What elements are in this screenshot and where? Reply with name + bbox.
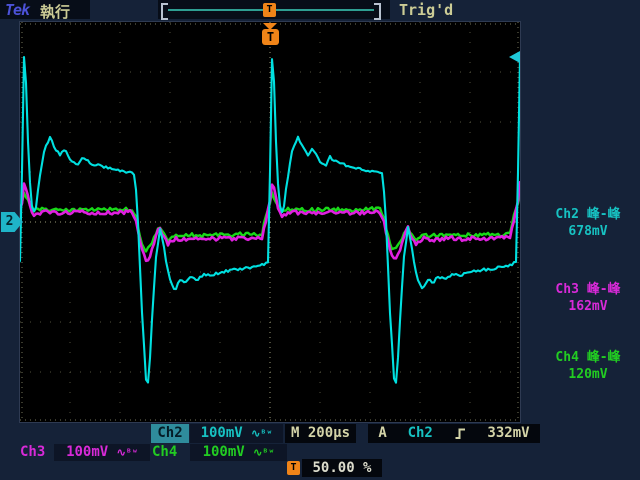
ac-coupling-icon: ∿ <box>116 446 126 459</box>
ch3-readout-label: Ch3 <box>20 444 46 460</box>
bandwidth-limit-icon: ᴮʷ <box>125 448 138 459</box>
trigger-level-value: 332mV <box>487 425 530 441</box>
ch4-readout-label: Ch4 <box>152 444 178 460</box>
measurement-label: Ch4 峰-峰 <box>555 350 621 365</box>
run-status-label: 執行 <box>40 3 71 21</box>
trigger-auto-prefix: A <box>378 425 387 441</box>
timebase-readout: M 200μs <box>285 424 356 443</box>
ch4-scale-value: 100mV <box>202 444 245 460</box>
ac-coupling-icon: ∿ <box>253 446 263 459</box>
timebase-value: 200μs <box>307 425 351 441</box>
trigger-position-flag[interactable]: T <box>262 29 279 45</box>
measurement-ch2-peak-to-peak: Ch2 峰-峰 678mV <box>536 206 640 240</box>
ch4-scale-readout: 100mV ∿ᴮʷ <box>190 444 287 461</box>
bandwidth-limit-icon: ᴮʷ <box>262 448 275 459</box>
measurement-value: 120mV <box>568 367 608 382</box>
trigger-position-bar-marker-icon[interactable]: T <box>263 3 276 17</box>
measurement-ch4-peak-to-peak: Ch4 峰-峰 120mV <box>536 349 640 383</box>
trigger-source: Ch2 <box>407 425 433 441</box>
bandwidth-limit-icon: ᴮʷ <box>260 429 273 440</box>
trace-ch2 <box>20 56 520 384</box>
trigger-position-readout: 50.00 % <box>302 459 382 477</box>
measurement-value: 678mV <box>568 224 608 239</box>
rising-edge-icon <box>455 428 465 439</box>
ac-coupling-icon: ∿ <box>251 427 261 440</box>
ch2-readout-badge: Ch2 <box>151 424 189 443</box>
ch3-scale-readout: 100mV ∿ᴮʷ <box>54 444 150 461</box>
ch2-scale-value: 100mV <box>200 425 243 441</box>
measurement-label: Ch3 峰-峰 <box>555 282 621 297</box>
measurement-value: 162mV <box>568 299 608 314</box>
oscilloscope-display: Tek 執行 Trig'd T T 2 Ch2 峰-峰 678mV Ch3 峰-… <box>0 0 640 480</box>
ch3-scale-value: 100mV <box>66 444 109 460</box>
trigger-status-label: Trig'd <box>399 1 454 19</box>
ch2-scale-readout: 100mV ∿ᴮʷ <box>190 424 283 443</box>
record-view-left-bracket-icon <box>161 3 168 20</box>
graticule-screen <box>19 21 521 423</box>
tek-logo: Tek <box>5 1 30 19</box>
main-timebase-prefix: M <box>290 425 300 441</box>
measurement-label: Ch2 峰-峰 <box>555 207 621 222</box>
trigger-position-icon: T <box>287 461 300 475</box>
record-view-right-bracket-icon <box>374 3 381 20</box>
measurement-ch3-peak-to-peak: Ch3 峰-峰 162mV <box>536 281 640 315</box>
waveform-plot <box>20 22 520 422</box>
trigger-readout: A Ch2 332mV <box>368 424 540 443</box>
